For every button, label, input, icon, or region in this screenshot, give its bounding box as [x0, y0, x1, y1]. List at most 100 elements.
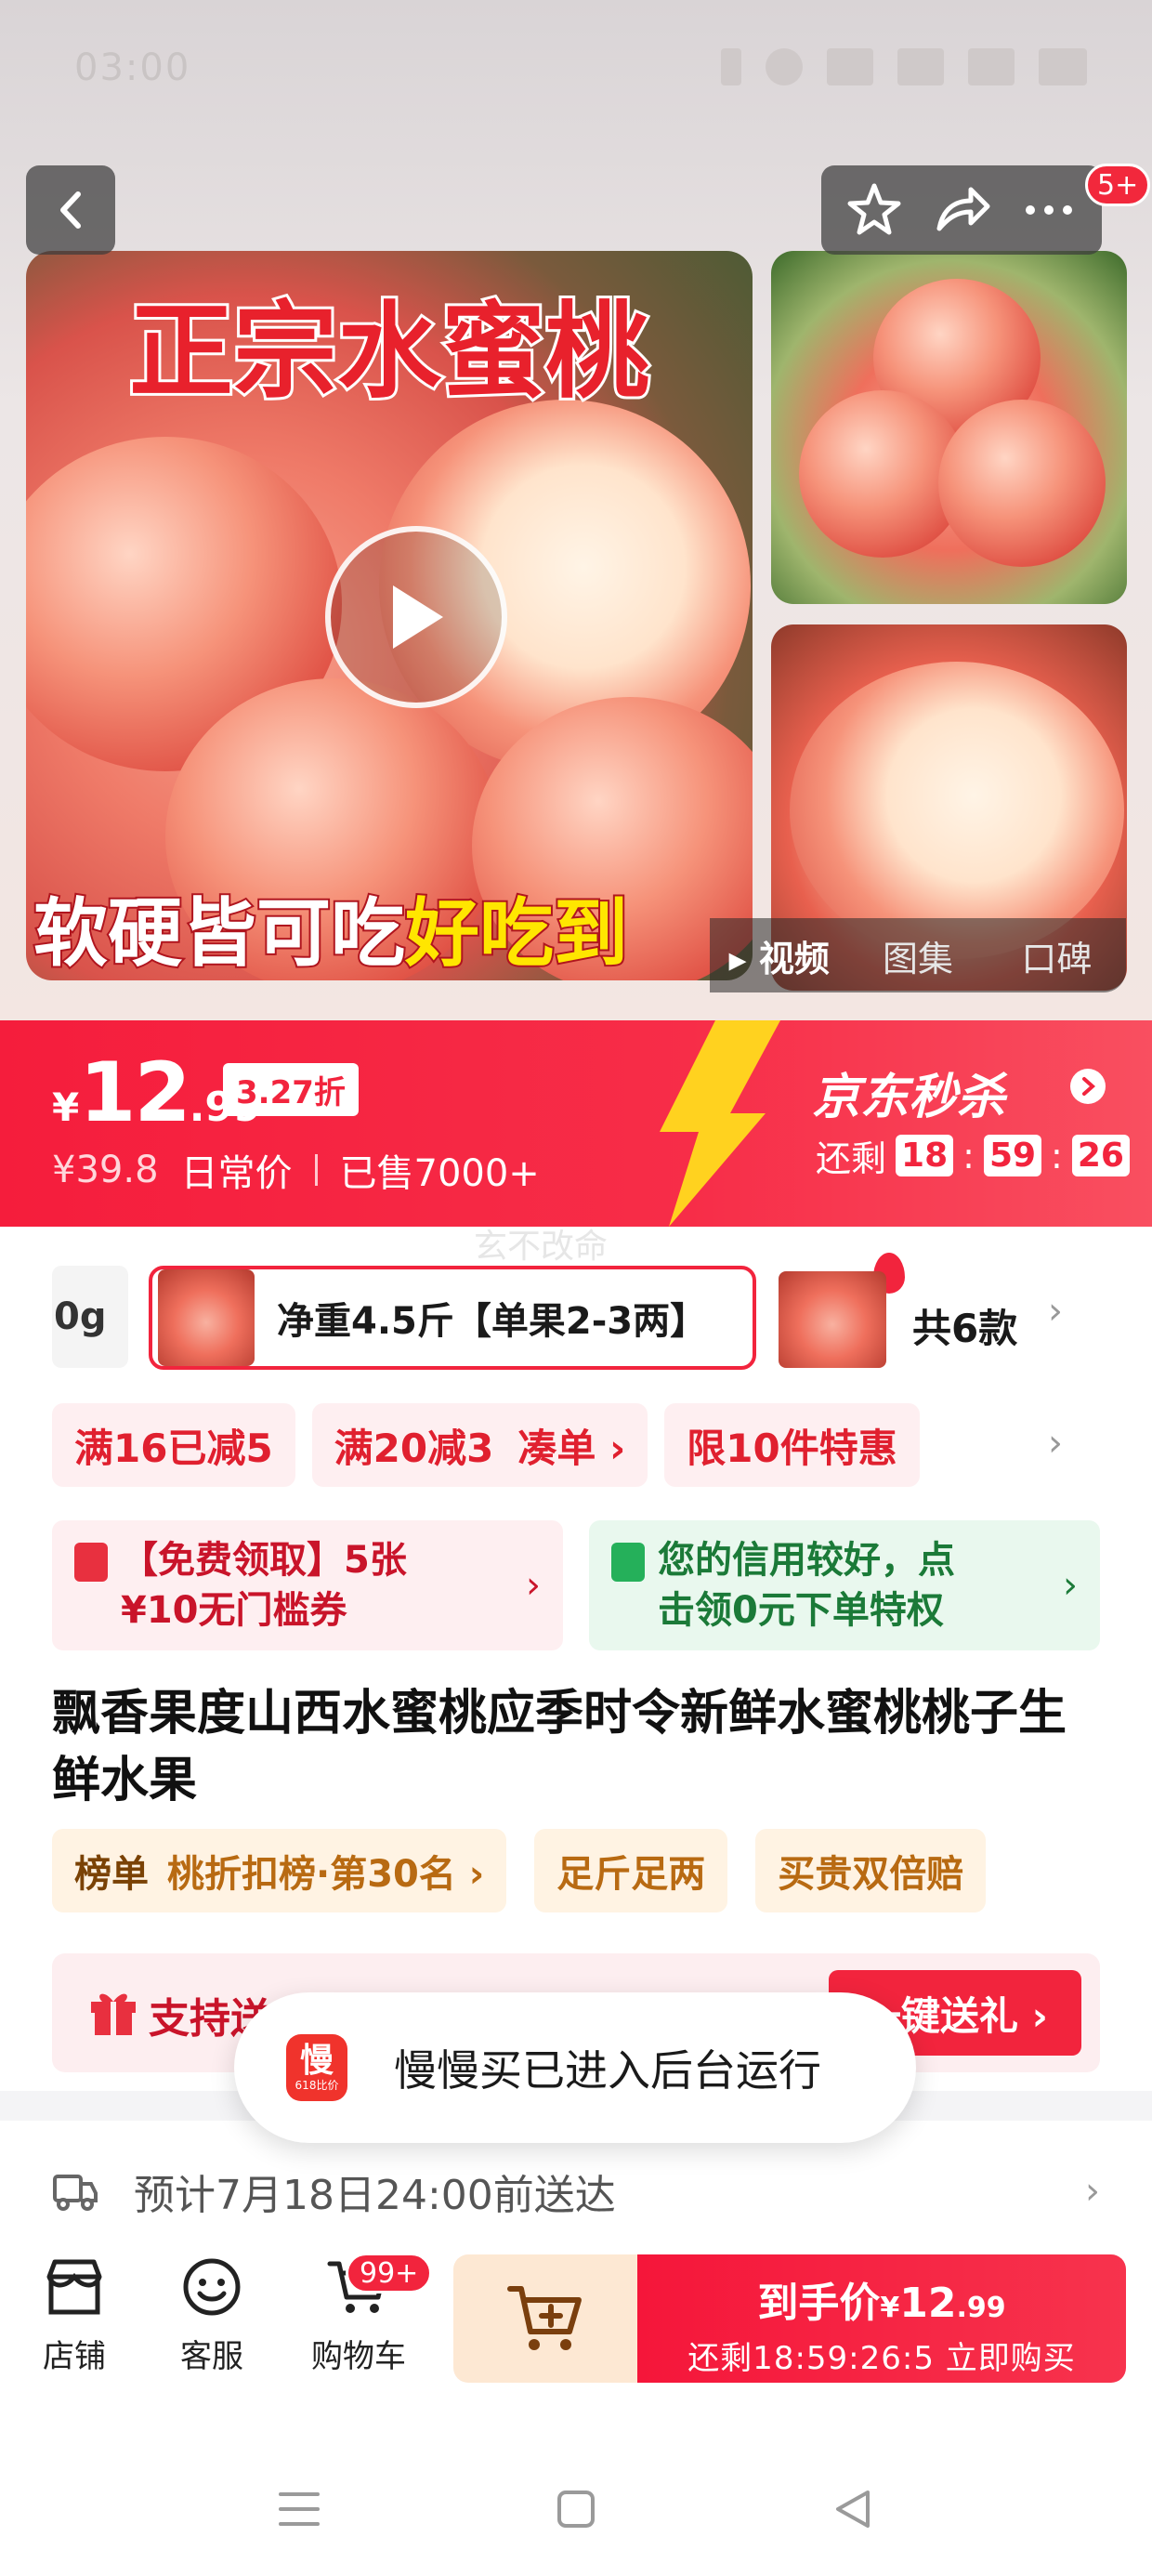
coupon-card[interactable]: 【免费领取】5张 ¥10无门槛券 ›: [52, 1520, 563, 1650]
promo-sub-link: 凑单 ›: [517, 1425, 626, 1471]
product-gallery: 03:00 正宗水蜜桃 软硬皆可吃好吃到爆！ ▸ 视频 图集 口碑: [0, 0, 1152, 1022]
buy-price-prefix: 到手价: [757, 2280, 881, 2327]
rank-key: 榜单: [74, 1853, 149, 1896]
discount-tag: 3.27折: [223, 1063, 359, 1116]
image-subline-a: 软硬皆可吃: [32, 888, 407, 979]
rank-value: 足斤足两: [556, 1853, 706, 1896]
status-bar: 03:00: [0, 0, 1152, 139]
coupon-line2: ¥10无门槛券: [121, 1589, 347, 1632]
background-toast: 慢 618比价 慢慢买已进入后台运行: [234, 1992, 916, 2143]
signal-icon: [897, 48, 944, 85]
home-icon[interactable]: [554, 2487, 598, 2531]
main-product-image[interactable]: 正宗水蜜桃 软硬皆可吃好吃到爆！: [26, 251, 753, 980]
sku-selector: 0g 净重4.5斤【单果2-3两】 共6款 ›: [0, 1253, 1152, 1375]
app-logo-icon: 慢 618比价: [286, 2034, 347, 2101]
peach-image: [790, 662, 1124, 959]
price-info-row: ¥39.8 日常价 已售7000+: [52, 1143, 540, 1197]
rank-value: 买贵双倍赔: [778, 1853, 964, 1896]
top-actions: [821, 165, 1102, 255]
flash-countdown: 还剩 18 : 59 : 26: [816, 1130, 1130, 1181]
original-price-label: 日常价: [180, 1152, 293, 1195]
wifi-icon: [827, 48, 873, 85]
chevron-right-icon[interactable]: ›: [1048, 1290, 1063, 1333]
play-video-button[interactable]: [325, 526, 507, 708]
tab-video[interactable]: ▸ 视频: [710, 930, 848, 981]
app-logo-caption: 618比价: [295, 2079, 339, 2092]
sku-option-partial[interactable]: 0g: [52, 1266, 128, 1368]
promo-label: 满16已减5: [74, 1425, 273, 1471]
rank-tag-price-guarantee[interactable]: 买贵双倍赔: [755, 1829, 987, 1912]
buy-countdown-line: 还剩18:59:26:5 立即购买: [687, 2340, 1076, 2377]
countdown-minutes: 59: [983, 1135, 1042, 1176]
buy-price-line: 到手价¥12.99: [637, 2269, 1126, 2329]
credit-card-offer[interactable]: 您的信用较好，点 击领0元下单特权 ›: [589, 1520, 1100, 1650]
bluetooth-icon: [721, 48, 741, 85]
sold-count: 已售7000+: [339, 1152, 540, 1195]
promo-label: 限10件特惠: [687, 1425, 897, 1471]
store-button[interactable]: 店铺: [9, 2256, 139, 2376]
delivery-text: 预计7月18日24:00前送达: [134, 2172, 616, 2219]
rank-tag-ranking[interactable]: 榜单 桃折扣榜·第30名 ›: [52, 1829, 507, 1912]
chevron-left-icon: [60, 191, 81, 229]
share-icon[interactable]: [932, 180, 991, 240]
tab-gallery[interactable]: 图集: [848, 930, 987, 981]
product-title: 飘香果度山西水蜜桃应季时令新鲜水蜜桃桃子生鲜水果: [52, 1686, 1067, 1808]
divider: [314, 1154, 318, 1186]
status-time: 03:00: [74, 46, 191, 89]
image-subline: 软硬皆可吃好吃到爆！: [32, 874, 753, 980]
promo-tag[interactable]: 满20减3 凑单 ›: [311, 1403, 648, 1487]
tab-video-label: 视频: [758, 938, 830, 979]
buy-now-button[interactable]: 到手价¥12.99 还剩18:59:26:5 立即购买: [637, 2254, 1126, 2383]
play-icon: [393, 585, 443, 649]
chevron-right-icon: ›: [526, 1564, 541, 1607]
buy-price-dec: .99: [956, 2292, 1006, 2324]
store-icon: [46, 2259, 102, 2315]
buy-price-int: 12: [899, 2280, 957, 2327]
peach-image: [938, 400, 1106, 567]
customer-service-button[interactable]: 客服: [147, 2256, 277, 2376]
buy-currency: ¥: [880, 2292, 900, 2324]
flash-sale-banner: ¥ 12 .99 3.27折 ¥39.8 日常价 已售7000+ 京东秒杀 还剩…: [0, 1020, 1152, 1227]
gallery-thumbnail[interactable]: [771, 251, 1127, 604]
delivery-estimate[interactable]: 预计7月18日24:00前送达 ›: [52, 2154, 1100, 2228]
menu-icon[interactable]: [277, 2489, 321, 2530]
promo-tag[interactable]: 限10件特惠: [664, 1403, 920, 1487]
app-logo-char: 慢: [299, 2042, 334, 2080]
sku-count[interactable]: 共6款: [912, 1297, 1017, 1354]
promotion-tags: 满16已减5 满20减3 凑单 › 限10件特惠: [52, 1403, 920, 1487]
promo-tag[interactable]: 满16已减5: [52, 1403, 295, 1487]
watermark-text: 玄不改命: [474, 1228, 609, 1266]
shopping-bag-icon: [611, 1543, 645, 1582]
sku-thumbnail[interactable]: [779, 1271, 886, 1368]
back-triangle-icon[interactable]: [831, 2487, 875, 2531]
flash-sale-title[interactable]: 京东秒杀: [812, 1058, 1005, 1127]
rank-tag-weight[interactable]: 足斤足两: [534, 1829, 728, 1912]
gift-icon: [91, 1993, 136, 2037]
lightning-icon: [660, 1020, 780, 1227]
sku-option-selected[interactable]: 净重4.5斤【单果2-3两】: [149, 1253, 905, 1370]
coupon-icon: [74, 1543, 108, 1582]
promo-label: 满20减3: [334, 1425, 494, 1471]
add-to-cart-button[interactable]: [453, 2254, 637, 2383]
credit-line1: 您的信用较好，点: [658, 1539, 955, 1582]
chevron-right-icon[interactable]: ›: [1048, 1422, 1063, 1465]
back-button[interactable]: [26, 165, 115, 255]
countdown-seconds: 26: [1071, 1135, 1130, 1176]
customer-service-label: 客服: [180, 2338, 243, 2375]
media-tabs: ▸ 视频 图集 口碑: [710, 918, 1126, 992]
cart-label: 购物车: [311, 2338, 406, 2375]
coupon-line1: 【免费领取】5张: [121, 1539, 407, 1582]
chevron-right-icon[interactable]: [1070, 1069, 1106, 1104]
star-icon[interactable]: [844, 180, 904, 240]
cart-count-badge: 99+: [346, 2253, 433, 2293]
store-label: 店铺: [43, 2338, 106, 2375]
signal-icon-2: [968, 48, 1015, 85]
price-integer: 12: [79, 1045, 190, 1140]
sku-thumbnail: [158, 1269, 255, 1366]
tab-reviews[interactable]: 口碑: [988, 930, 1126, 981]
sku-option-label: 净重4.5斤【单果2-3两】: [277, 1300, 708, 1343]
more-icon[interactable]: [1019, 180, 1079, 240]
system-navigation-bar: [0, 2453, 1152, 2565]
chat-face-icon: [183, 2258, 241, 2316]
add-to-cart-icon: [507, 2286, 582, 2350]
